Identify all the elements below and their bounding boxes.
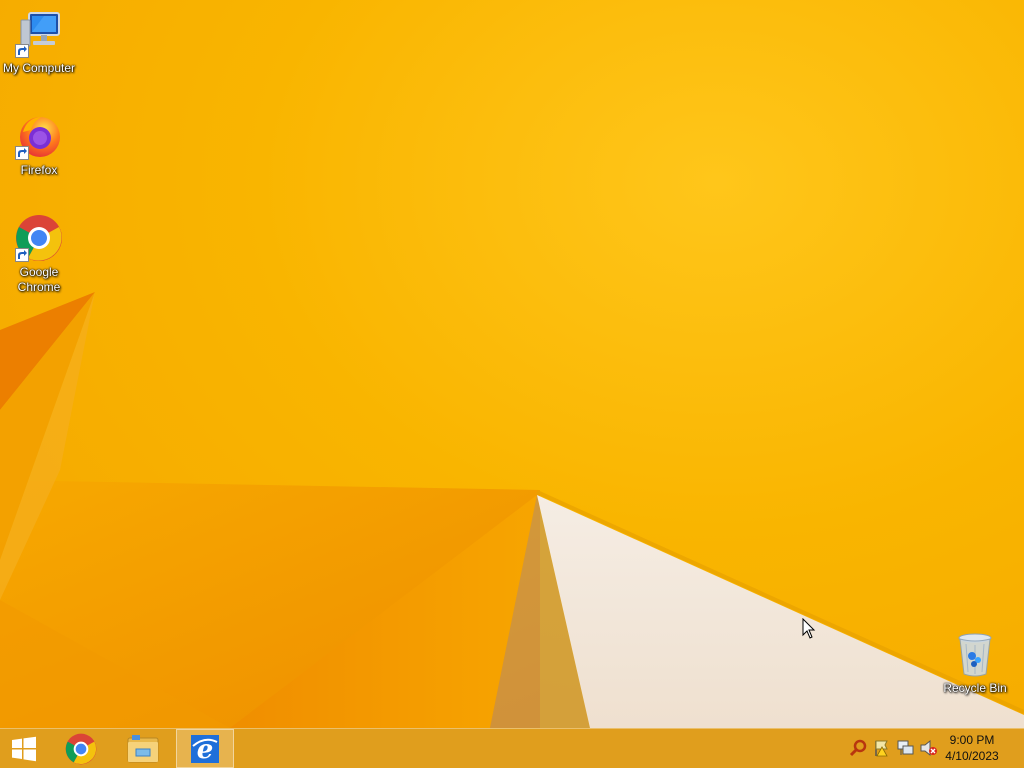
start-button[interactable] [0, 729, 48, 768]
taskbar: e 9:00 PM 4/10/2023 [0, 728, 1024, 768]
desktop-icon-firefox[interactable]: Firefox [1, 112, 77, 178]
taskbar-file-explorer-button[interactable] [118, 729, 168, 768]
chrome-icon [15, 214, 63, 262]
desktop-icon-google-chrome[interactable]: Google Chrome [1, 214, 77, 295]
action-center-flag-icon[interactable] [873, 739, 891, 757]
firefox-icon [15, 112, 63, 160]
desktop-icon-label: Google Chrome [17, 265, 61, 294]
network-icon[interactable] [897, 739, 915, 757]
wallpaper [0, 292, 1024, 728]
chrome-icon [65, 733, 97, 764]
folder-icon [127, 734, 159, 762]
clock-time: 9:00 PM [949, 733, 995, 747]
shortcut-arrow-icon [15, 248, 29, 262]
clock-date: 4/10/2023 [945, 749, 999, 763]
computer-icon [15, 10, 63, 58]
desktop-icon-my-computer[interactable]: My Computer [1, 10, 77, 76]
taskbar-chrome-button[interactable] [56, 729, 106, 768]
mouse-cursor-icon [802, 618, 816, 639]
shortcut-arrow-icon [15, 44, 29, 58]
desktop-icon-label: My Computer [2, 61, 76, 75]
system-clock[interactable]: 9:00 PM 4/10/2023 [936, 732, 1008, 764]
search-icon[interactable] [849, 739, 867, 757]
desktop-icon-label: Firefox [20, 163, 58, 177]
recycle-bin-icon [955, 632, 995, 678]
desktop[interactable]: My Computer Firefox Google Chrome Recycl… [0, 0, 1024, 728]
ie-icon: e [191, 734, 219, 764]
shortcut-arrow-icon [15, 146, 29, 160]
windows-logo-icon [12, 736, 36, 761]
taskbar-internet-explorer-button[interactable]: e [176, 729, 234, 768]
desktop-icon-recycle-bin[interactable]: Recycle Bin [937, 632, 1013, 696]
desktop-icon-label: Recycle Bin [943, 681, 1007, 695]
